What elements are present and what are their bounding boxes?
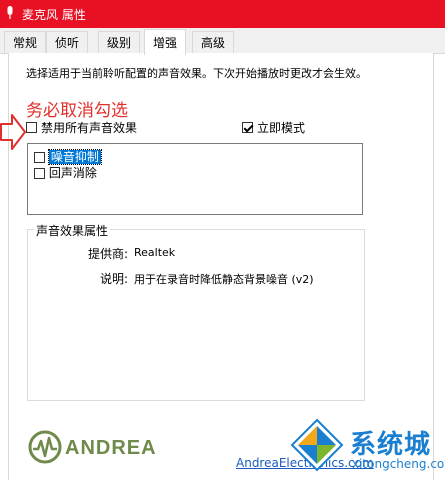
noise-suppression-checkbox[interactable] <box>34 152 45 163</box>
disable-all-effects[interactable]: 禁用所有声音效果 <box>26 119 137 136</box>
properties-group-title: 声音效果属性 <box>34 222 111 239</box>
provider-value: Realtek <box>134 246 176 259</box>
effects-list[interactable]: 噪音抑制 回声消除 <box>27 143 363 215</box>
echo-cancellation-checkbox[interactable] <box>34 168 45 179</box>
list-item-echo-cancellation[interactable]: 回声消除 <box>34 164 97 181</box>
description-label: 说明: <box>99 272 128 286</box>
immediate-mode-label: 立即模式 <box>257 121 306 135</box>
echo-cancellation-label: 回声消除 <box>48 166 97 180</box>
microphone-icon <box>7 6 13 19</box>
tab-listen[interactable]: 侦听 <box>46 31 89 53</box>
disable-all-label: 禁用所有声音效果 <box>41 121 138 135</box>
tab-advanced[interactable]: 高级 <box>192 31 235 53</box>
tab-general[interactable]: 常规 <box>4 31 47 53</box>
immediate-mode-checkbox[interactable] <box>242 122 253 133</box>
disable-all-checkbox[interactable] <box>26 122 37 133</box>
watermark-brand: 系统城 <box>350 430 432 460</box>
window-title: 麦克风 属性 <box>22 8 86 22</box>
list-item-noise-suppression[interactable]: 噪音抑制 <box>34 148 102 165</box>
title-bar: 麦克风 属性 <box>0 0 445 28</box>
andrea-logo-icon <box>28 430 62 464</box>
noise-suppression-label: 噪音抑制 <box>47 149 102 165</box>
effects-description: 选择适用于当前聆听配置的声音效果。下次开始播放时更改才会生效。 <box>26 67 367 80</box>
tab-strip: 常规 侦听 级别 增强 高级 <box>0 28 445 55</box>
tab-levels[interactable]: 级别 <box>98 31 141 53</box>
immediate-mode[interactable]: 立即模式 <box>242 119 305 136</box>
xitongcheng-logo-icon <box>290 418 344 472</box>
description-value: 用于在录音时降低静态背景噪音 (v2) <box>134 273 314 286</box>
tab-enhancements[interactable]: 增强 <box>144 29 187 55</box>
andrea-logo-text: ANDREA <box>65 437 157 459</box>
annotation-text: 务必取消勾选 <box>26 101 128 121</box>
provider-label: 提供商: <box>87 247 128 261</box>
watermark-domain: xitongcheng.com <box>352 457 445 471</box>
arrow-right-icon <box>0 114 26 150</box>
andrea-logo: ANDREA <box>27 429 162 469</box>
